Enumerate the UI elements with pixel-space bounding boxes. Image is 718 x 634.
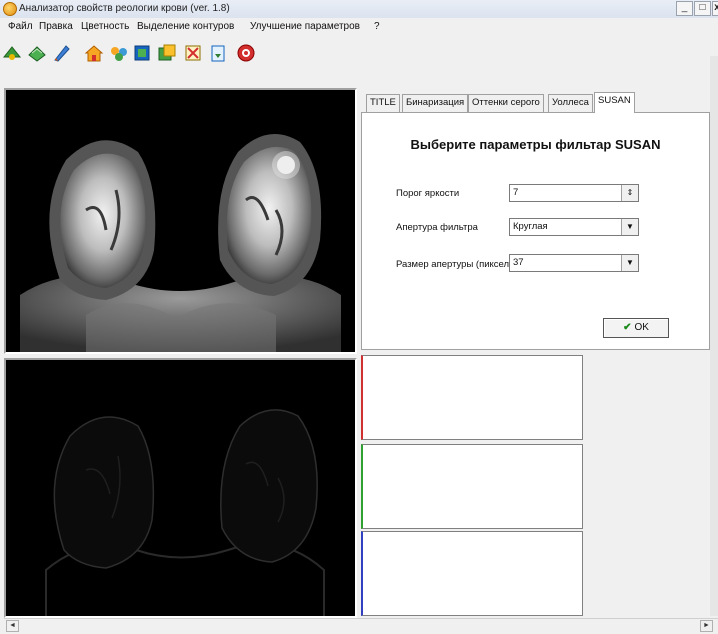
maximize-button[interactable]: □ [694, 1, 711, 16]
vertical-scrollbar[interactable] [710, 56, 718, 616]
menu-file[interactable]: Файл [8, 21, 33, 32]
spinner-arrows-icon[interactable]: ⇕ [621, 185, 638, 201]
plot-box-blue [361, 531, 583, 616]
original-mri-image [6, 90, 355, 352]
minimize-button[interactable]: _ [676, 1, 693, 16]
image-edit-icon[interactable] [157, 43, 177, 63]
checkmark-icon: ✔ [623, 322, 632, 333]
tab-title[interactable]: TITLE [366, 94, 400, 112]
aperture-select[interactable]: Круглая ▼ [509, 218, 639, 236]
aperture-size-value: 37 [513, 257, 524, 268]
tab-susan[interactable]: SUSAN [594, 92, 635, 113]
tab-grayscale[interactable]: Оттенки серого [468, 94, 544, 112]
plot-box-red [361, 355, 583, 440]
ok-label: OK [634, 322, 649, 333]
susan-settings-panel: Выберите параметры фильтар SUSAN Порог я… [361, 112, 710, 350]
title-bar: Анализатор свойств реологии крови (ver. … [0, 0, 718, 19]
help-icon[interactable] [236, 43, 256, 63]
close-button[interactable]: x [712, 1, 718, 16]
plot-box-green [361, 444, 583, 529]
aperture-label: Апертура фильтра [396, 222, 478, 233]
panel-heading: Выберите параметры фильтар SUSAN [410, 137, 661, 152]
original-image-panel [4, 88, 357, 354]
menu-enhance[interactable]: Улучшение параметров [250, 21, 360, 32]
menu-help[interactable]: ? [374, 21, 380, 32]
window-title: Анализатор свойств реологии крови (ver. … [19, 3, 230, 14]
open-icon[interactable] [2, 43, 22, 63]
threshold-spinner[interactable]: 7 ⇕ [509, 184, 639, 202]
threshold-label: Порог яркости [396, 188, 460, 199]
threshold-value: 7 [513, 187, 519, 198]
menu-edge-detection[interactable]: Выделение контуров [137, 21, 234, 32]
chevron-down-icon[interactable]: ▼ [621, 219, 638, 235]
toolbar [0, 37, 718, 71]
export-icon[interactable] [208, 43, 228, 63]
aperture-value: Круглая [513, 221, 548, 232]
tools-icon[interactable] [183, 43, 203, 63]
book-icon[interactable] [132, 43, 152, 63]
people-icon[interactable] [109, 43, 129, 63]
menu-edit[interactable]: Правка [39, 21, 73, 32]
filtered-image-panel [4, 358, 357, 618]
tab-binarization[interactable]: Бинаризация [402, 94, 469, 112]
tab-wallace[interactable]: Уоллеса [548, 94, 593, 112]
scroll-right-icon[interactable]: ► [700, 620, 713, 632]
aperture-size-select[interactable]: 37 ▼ [509, 254, 639, 272]
menu-bar: Файл Правка Цветность Выделение контуров… [0, 18, 718, 36]
brush-icon[interactable] [52, 43, 72, 63]
scroll-left-icon[interactable]: ◄ [6, 620, 19, 632]
filtered-mri-image [6, 360, 355, 616]
chevron-down-icon[interactable]: ▼ [621, 255, 638, 271]
aperture-size-label: Размер апертуры (пикселов) [396, 259, 523, 270]
home-icon[interactable] [84, 43, 104, 63]
horizontal-scrollbar[interactable]: ◄ ► [4, 618, 718, 633]
menu-color[interactable]: Цветность [81, 21, 129, 32]
layers-icon[interactable] [27, 43, 47, 63]
ok-button[interactable]: ✔ OK [603, 318, 669, 338]
app-icon [3, 2, 17, 16]
